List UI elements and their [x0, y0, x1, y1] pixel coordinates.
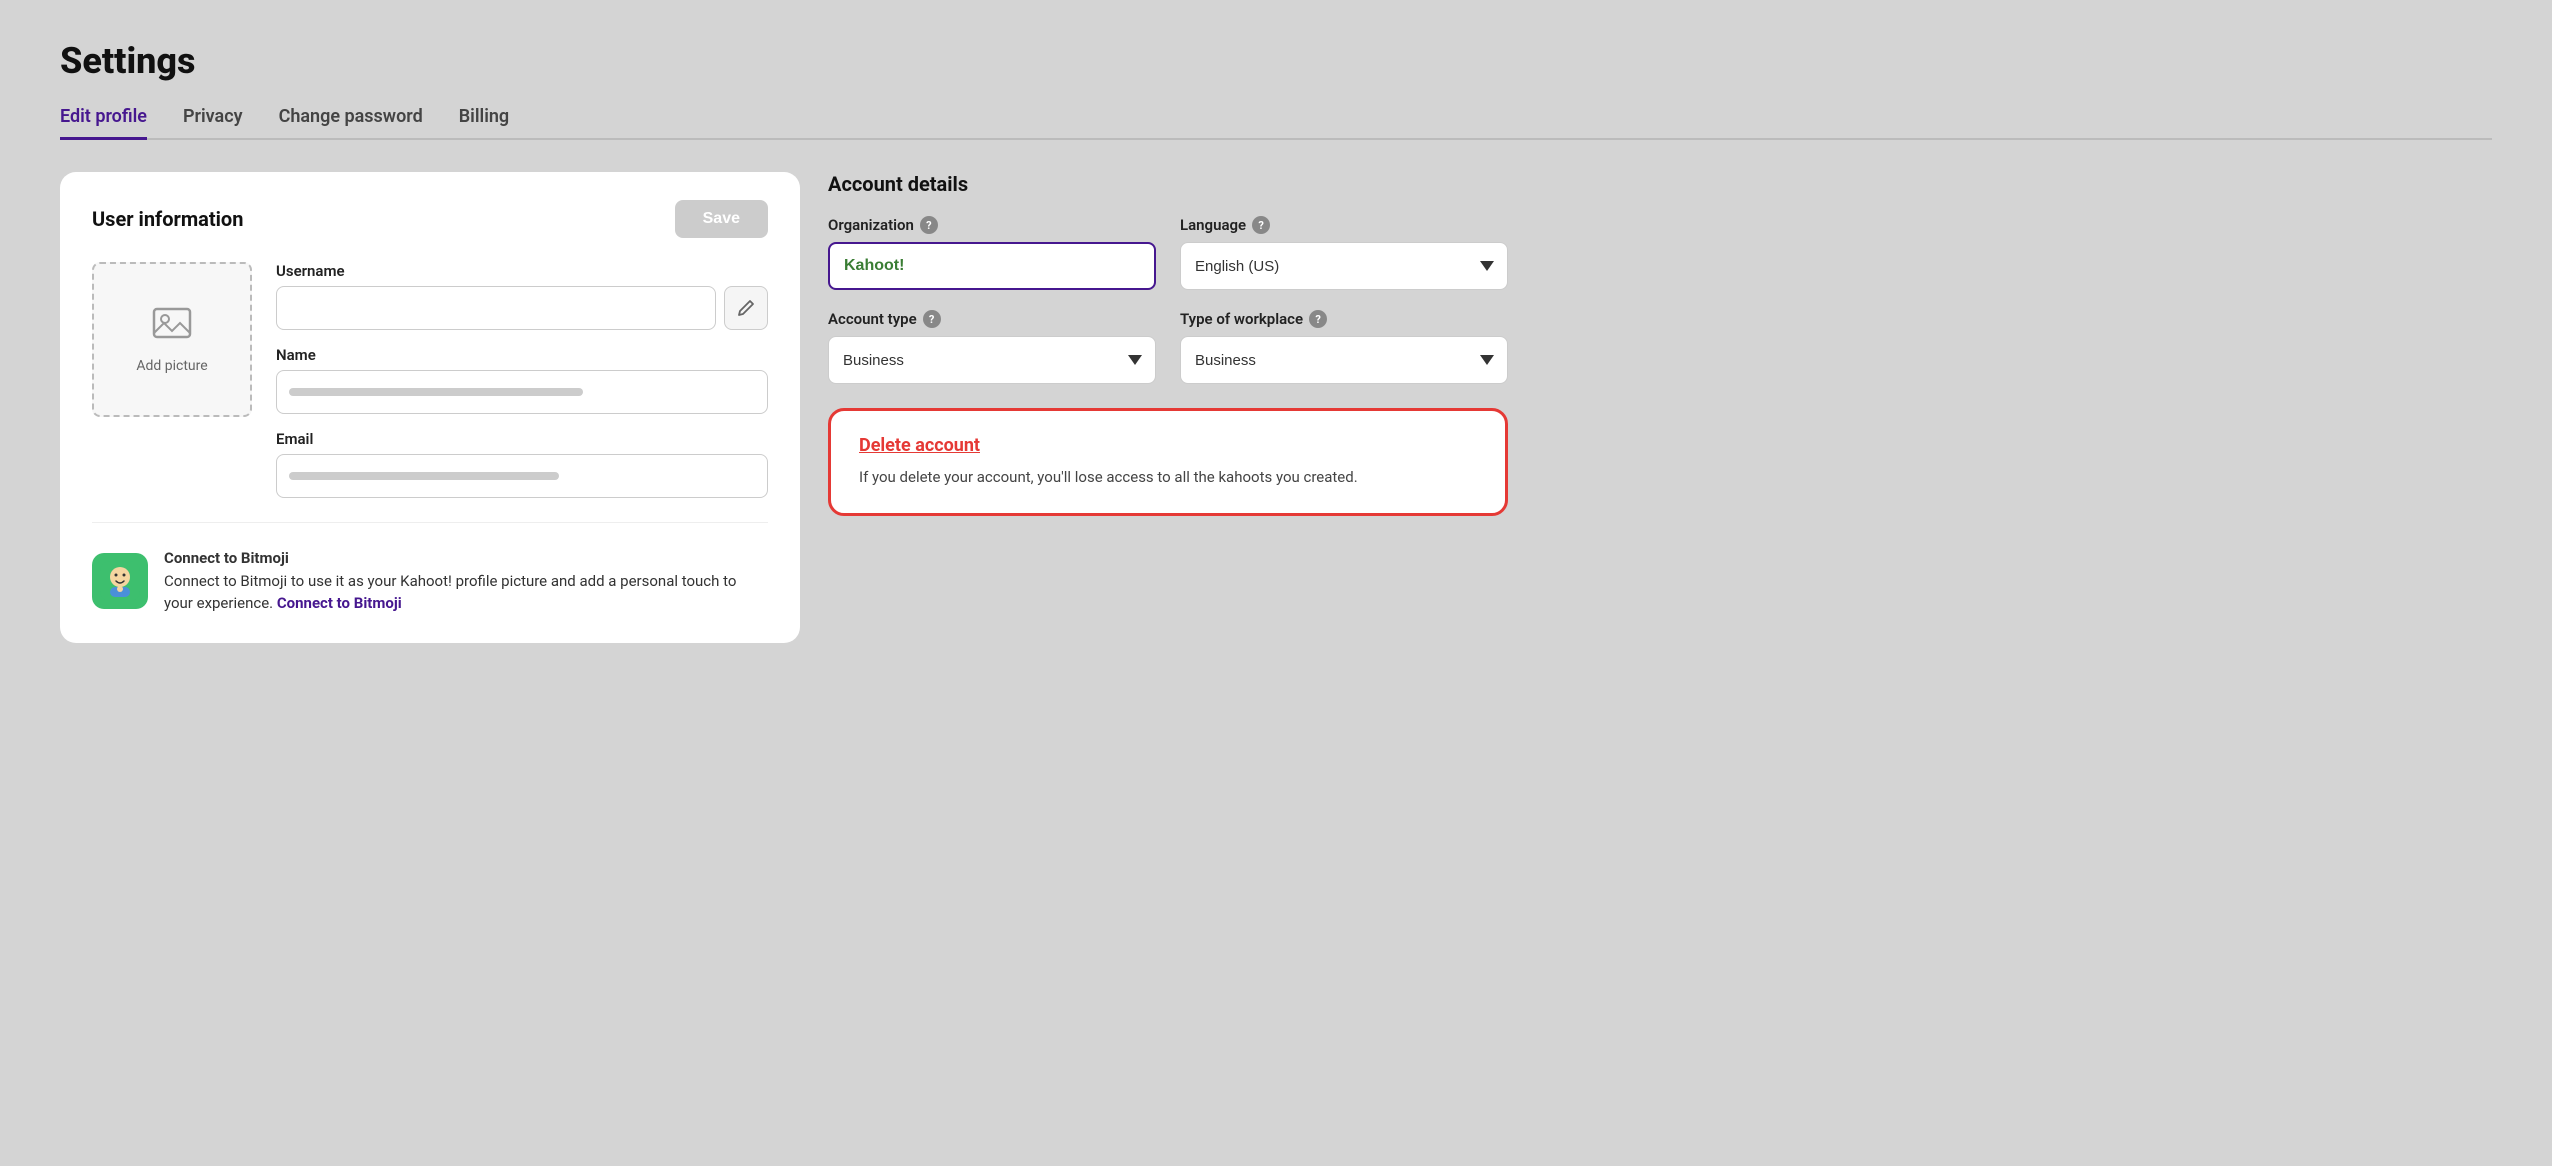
- workplace-label-row: Type of workplace ?: [1180, 310, 1508, 328]
- workplace-select-wrapper: Business: [1180, 336, 1508, 384]
- user-info-title: User information: [92, 207, 243, 231]
- bitmoji-text: Connect to Bitmoji Connect to Bitmoji to…: [164, 547, 768, 615]
- account-type-select[interactable]: Business: [828, 336, 1156, 384]
- edit-username-button[interactable]: [724, 286, 768, 330]
- content-area: User information Save Add picture: [60, 172, 2492, 643]
- panel-header: User information Save: [92, 200, 768, 238]
- delete-account-title[interactable]: Delete account: [859, 435, 1477, 456]
- divider: [92, 522, 768, 523]
- account-type-field-group: Account type ? Business: [828, 310, 1156, 384]
- delete-account-description: If you delete your account, you'll lose …: [859, 466, 1477, 489]
- language-select[interactable]: English (US): [1180, 242, 1508, 290]
- tab-change-password[interactable]: Change password: [279, 106, 423, 140]
- email-input[interactable]: [276, 454, 768, 498]
- bitmoji-description: Connect to Bitmoji to use it as your Kah…: [164, 572, 736, 613]
- email-label: Email: [276, 430, 768, 448]
- bitmoji-icon: [92, 553, 148, 609]
- organization-label: Organization: [828, 216, 914, 234]
- language-select-wrapper: English (US): [1180, 242, 1508, 290]
- name-field-group: Name: [276, 346, 768, 414]
- delete-account-card: Delete account If you delete your accoun…: [828, 408, 1508, 516]
- account-grid: Organization ? Language ? English (US): [828, 216, 1508, 384]
- account-type-label-row: Account type ?: [828, 310, 1156, 328]
- user-information-panel: User information Save Add picture: [60, 172, 800, 643]
- save-button[interactable]: Save: [675, 200, 768, 238]
- account-type-help-icon[interactable]: ?: [923, 310, 941, 328]
- user-info-row: Add picture Username: [92, 262, 768, 498]
- image-icon: [152, 305, 192, 350]
- bitmoji-connect-link[interactable]: Connect to Bitmoji: [277, 594, 402, 612]
- language-field-group: Language ? English (US): [1180, 216, 1508, 290]
- tab-privacy[interactable]: Privacy: [183, 106, 243, 140]
- username-field-group: Username: [276, 262, 768, 330]
- organization-input[interactable]: [828, 242, 1156, 290]
- username-input[interactable]: [276, 286, 716, 330]
- username-input-wrapper: [276, 286, 768, 330]
- workplace-help-icon[interactable]: ?: [1309, 310, 1327, 328]
- workplace-select[interactable]: Business: [1180, 336, 1508, 384]
- bitmoji-title: Connect to Bitmoji: [164, 549, 289, 567]
- language-label: Language: [1180, 216, 1246, 234]
- organization-label-row: Organization ?: [828, 216, 1156, 234]
- email-field-group: Email: [276, 430, 768, 498]
- tab-edit-profile[interactable]: Edit profile: [60, 106, 147, 140]
- tab-billing[interactable]: Billing: [459, 106, 509, 140]
- account-type-label: Account type: [828, 310, 917, 328]
- workplace-field-group: Type of workplace ? Business: [1180, 310, 1508, 384]
- page-title: Settings: [60, 40, 2492, 82]
- language-label-row: Language ?: [1180, 216, 1508, 234]
- organization-field-group: Organization ?: [828, 216, 1156, 290]
- account-details-title: Account details: [828, 172, 1508, 196]
- language-help-icon[interactable]: ?: [1252, 216, 1270, 234]
- username-label: Username: [276, 262, 768, 280]
- name-input[interactable]: [276, 370, 768, 414]
- form-fields: Username Name: [276, 262, 768, 498]
- workplace-label: Type of workplace: [1180, 310, 1303, 328]
- avatar-box[interactable]: Add picture: [92, 262, 252, 417]
- tabs-container: Edit profile Privacy Change password Bil…: [60, 106, 2492, 140]
- account-type-select-wrapper: Business: [828, 336, 1156, 384]
- avatar-label: Add picture: [136, 358, 207, 374]
- account-details-panel: Account details Organization ? Language …: [828, 172, 1508, 516]
- name-label: Name: [276, 346, 768, 364]
- organization-help-icon[interactable]: ?: [920, 216, 938, 234]
- bitmoji-section: Connect to Bitmoji Connect to Bitmoji to…: [92, 547, 768, 615]
